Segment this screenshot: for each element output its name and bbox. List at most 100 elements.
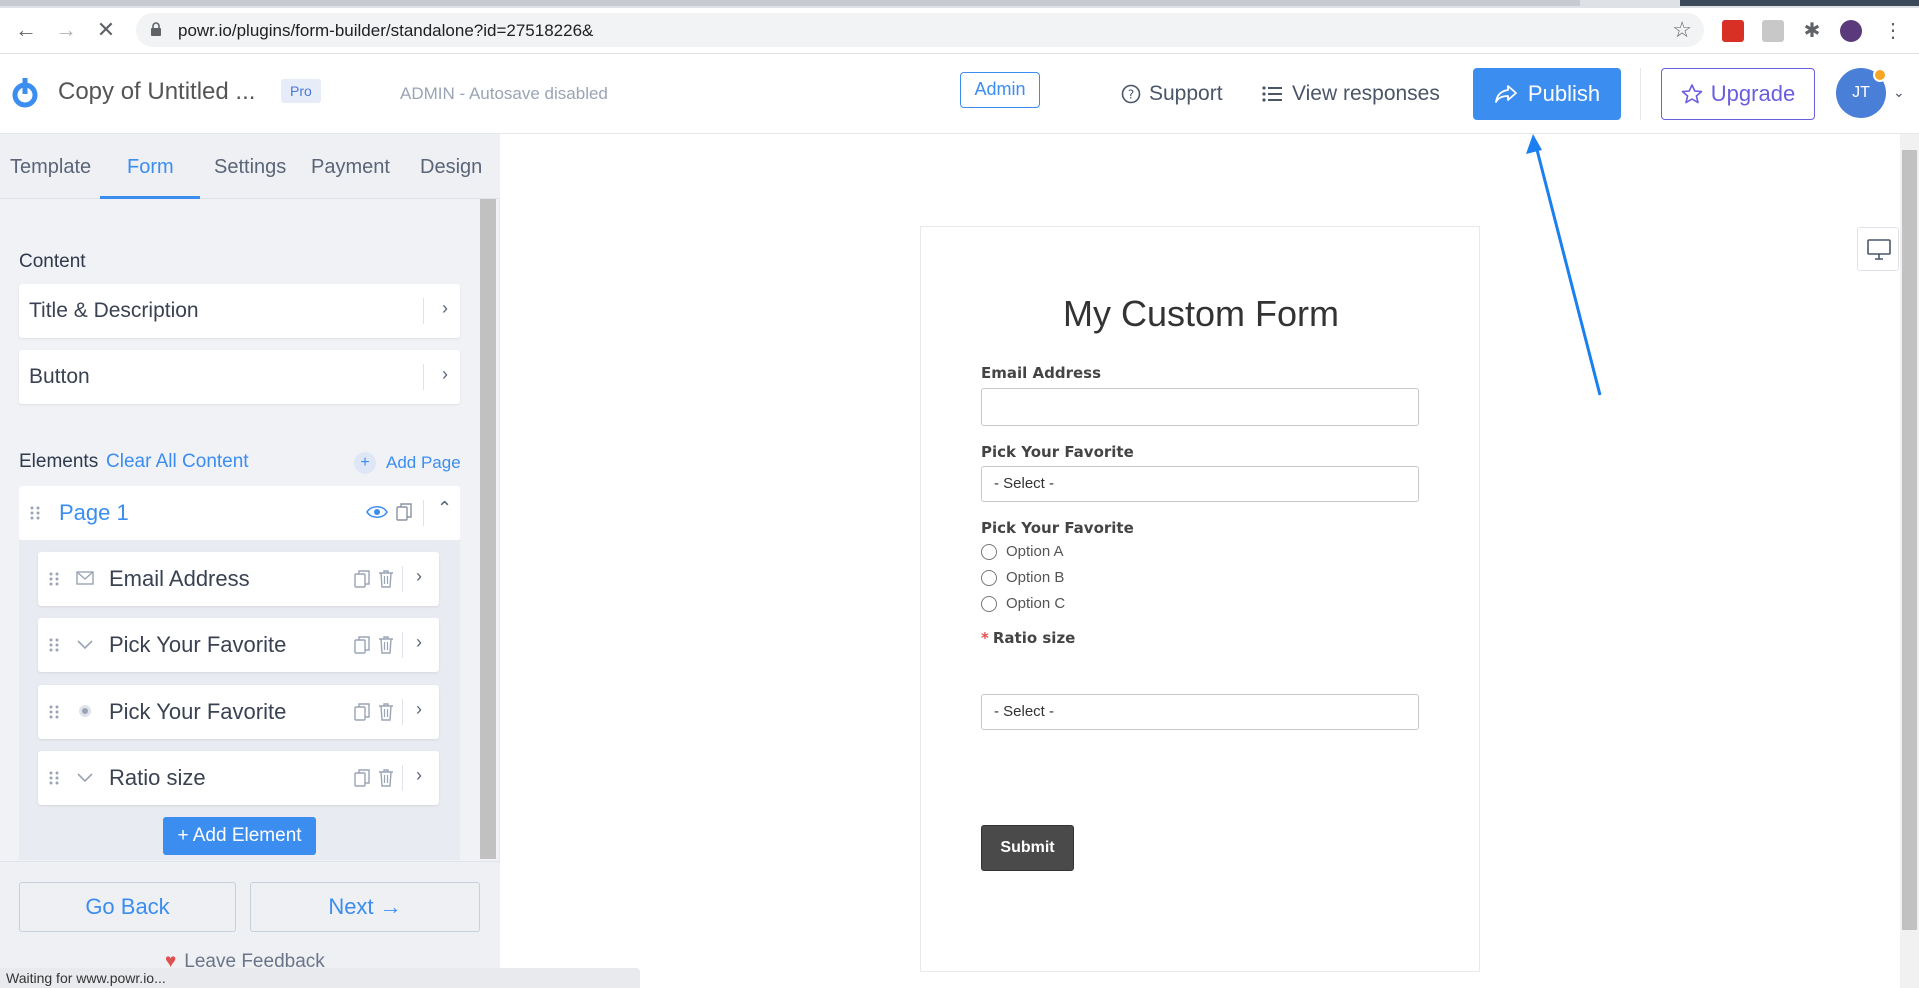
active-tab-indicator bbox=[100, 196, 200, 199]
extension-icon[interactable] bbox=[1722, 20, 1744, 42]
app-header: Copy of Untitled ... Pro ADMIN - Autosav… bbox=[0, 54, 1919, 134]
plus-circle-icon: + bbox=[354, 452, 376, 474]
ratio-label: * Ratio size bbox=[981, 629, 1075, 647]
lock-icon bbox=[151, 22, 161, 36]
url-text[interactable]: powr.io/plugins/form-builder/standalone?… bbox=[178, 21, 593, 41]
elements-heading: Elements bbox=[19, 451, 99, 472]
browser-status-bar: Waiting for www.powr.io... bbox=[0, 968, 640, 988]
radio-option-a[interactable]: Option A bbox=[981, 543, 1064, 560]
divider bbox=[402, 566, 403, 592]
add-element-button[interactable]: + Add Element bbox=[163, 817, 316, 855]
radio-option-label: Option B bbox=[1006, 569, 1065, 586]
trash-icon[interactable] bbox=[378, 769, 394, 787]
submit-button[interactable]: Submit bbox=[981, 825, 1074, 871]
element-row-radio[interactable]: Pick Your Favorite › bbox=[38, 685, 439, 739]
support-link[interactable]: ? Support bbox=[1121, 82, 1223, 106]
desktop-view-toggle[interactable] bbox=[1857, 227, 1899, 271]
upgrade-button[interactable]: Upgrade bbox=[1661, 68, 1815, 120]
tab-payment[interactable]: Payment bbox=[311, 156, 390, 179]
add-page-button[interactable]: + Add Page bbox=[354, 452, 461, 474]
scrollbar-thumb[interactable] bbox=[1902, 150, 1917, 930]
page-label: Page 1 bbox=[59, 500, 129, 525]
forward-icon[interactable]: → bbox=[52, 16, 80, 44]
trash-icon[interactable] bbox=[378, 703, 394, 721]
divider bbox=[423, 364, 424, 390]
sidebar-scrollbar[interactable] bbox=[480, 199, 496, 859]
support-label: Support bbox=[1149, 82, 1223, 105]
element-row-select[interactable]: Pick Your Favorite › bbox=[38, 618, 439, 672]
chevron-down-icon[interactable]: ⌄ bbox=[1893, 84, 1905, 101]
chevron-up-icon[interactable]: ⌃ bbox=[437, 498, 452, 519]
canvas-scrollbar[interactable] bbox=[1900, 134, 1919, 988]
admin-button[interactable]: Admin bbox=[960, 72, 1040, 108]
chevron-right-icon[interactable]: › bbox=[416, 765, 422, 786]
content-item-title-description[interactable]: Title & Description › bbox=[19, 284, 460, 338]
monitor-icon bbox=[1867, 239, 1891, 260]
ratio-select[interactable]: - Select - bbox=[981, 694, 1419, 730]
bookmark-star-icon[interactable]: ☆ bbox=[1672, 17, 1692, 43]
tab-template[interactable]: Template bbox=[10, 156, 91, 179]
copy-icon[interactable] bbox=[354, 769, 370, 787]
address-bar[interactable]: powr.io/plugins/form-builder/standalone?… bbox=[136, 13, 1704, 47]
copy-icon[interactable] bbox=[354, 636, 370, 654]
copy-icon[interactable] bbox=[396, 503, 412, 521]
radio-button[interactable] bbox=[981, 543, 997, 560]
view-responses-link[interactable]: View responses bbox=[1262, 82, 1440, 106]
tab-design[interactable]: Design bbox=[420, 156, 482, 179]
publish-button[interactable]: Publish bbox=[1473, 68, 1621, 120]
radio-option-label: Option C bbox=[1006, 595, 1066, 612]
radio-button[interactable] bbox=[981, 595, 997, 612]
radio-icon bbox=[79, 705, 91, 717]
email-field[interactable] bbox=[981, 388, 1419, 426]
element-row-email[interactable]: Email Address › bbox=[38, 552, 439, 606]
drag-handle-icon[interactable] bbox=[48, 771, 60, 785]
trash-icon[interactable] bbox=[378, 570, 394, 588]
editor-sidebar: Template Form Settings Payment Design Co… bbox=[0, 134, 500, 988]
clear-all-content-link[interactable]: Clear All Content bbox=[106, 451, 249, 473]
puzzle-extensions-icon[interactable]: ✱ bbox=[1801, 20, 1823, 42]
browser-toolbar: ← → ✕ powr.io/plugins/form-builder/stand… bbox=[0, 8, 1919, 54]
radio-option-c[interactable]: Option C bbox=[981, 595, 1065, 612]
chevron-right-icon[interactable]: › bbox=[442, 298, 448, 319]
radio-option-label: Option A bbox=[1006, 543, 1064, 560]
drag-handle-icon[interactable] bbox=[48, 572, 60, 586]
publish-label: Publish bbox=[1527, 81, 1601, 106]
divider bbox=[423, 500, 424, 526]
chevron-right-icon[interactable]: › bbox=[416, 699, 422, 720]
next-button[interactable]: Next → bbox=[250, 882, 480, 932]
content-item-button[interactable]: Button › bbox=[19, 350, 460, 404]
tab-settings[interactable]: Settings bbox=[214, 156, 286, 179]
tab-form[interactable]: Form bbox=[127, 156, 174, 179]
radio-button[interactable] bbox=[981, 569, 997, 586]
menu-kebab-icon[interactable]: ⋮ bbox=[1882, 20, 1904, 42]
element-label: Email Address bbox=[109, 566, 250, 591]
content-heading: Content bbox=[19, 251, 86, 272]
page-row[interactable]: Page 1 ⌃ bbox=[19, 486, 460, 540]
content-item-label: Title & Description bbox=[29, 299, 199, 322]
tab-bar-right bbox=[1680, 0, 1919, 6]
browser-tabstrip bbox=[0, 0, 1919, 8]
extension-icon[interactable] bbox=[1762, 20, 1784, 42]
drag-handle-icon[interactable] bbox=[48, 705, 60, 719]
drag-handle-icon[interactable] bbox=[29, 506, 41, 520]
copy-icon[interactable] bbox=[354, 703, 370, 721]
document-title[interactable]: Copy of Untitled ... bbox=[58, 78, 255, 106]
stop-loading-icon[interactable]: ✕ bbox=[92, 16, 120, 44]
chevron-right-icon[interactable]: › bbox=[416, 566, 422, 587]
upgrade-label: Upgrade bbox=[1710, 81, 1796, 106]
back-icon[interactable]: ← bbox=[12, 16, 40, 44]
dropdown-chevron-icon bbox=[77, 773, 93, 783]
radio-option-b[interactable]: Option B bbox=[981, 569, 1064, 586]
copy-icon[interactable] bbox=[354, 570, 370, 588]
notification-dot bbox=[1873, 68, 1887, 82]
element-row-ratio[interactable]: Ratio size › bbox=[38, 751, 439, 805]
drag-handle-icon[interactable] bbox=[48, 638, 60, 652]
eye-icon[interactable] bbox=[366, 504, 388, 520]
chevron-right-icon[interactable]: › bbox=[416, 632, 422, 653]
trash-icon[interactable] bbox=[378, 636, 394, 654]
divider bbox=[402, 632, 403, 658]
favorite-select[interactable]: - Select - bbox=[981, 466, 1419, 502]
profile-icon[interactable] bbox=[1840, 20, 1862, 42]
chevron-right-icon[interactable]: › bbox=[442, 364, 448, 385]
go-back-button[interactable]: Go Back bbox=[19, 882, 236, 932]
